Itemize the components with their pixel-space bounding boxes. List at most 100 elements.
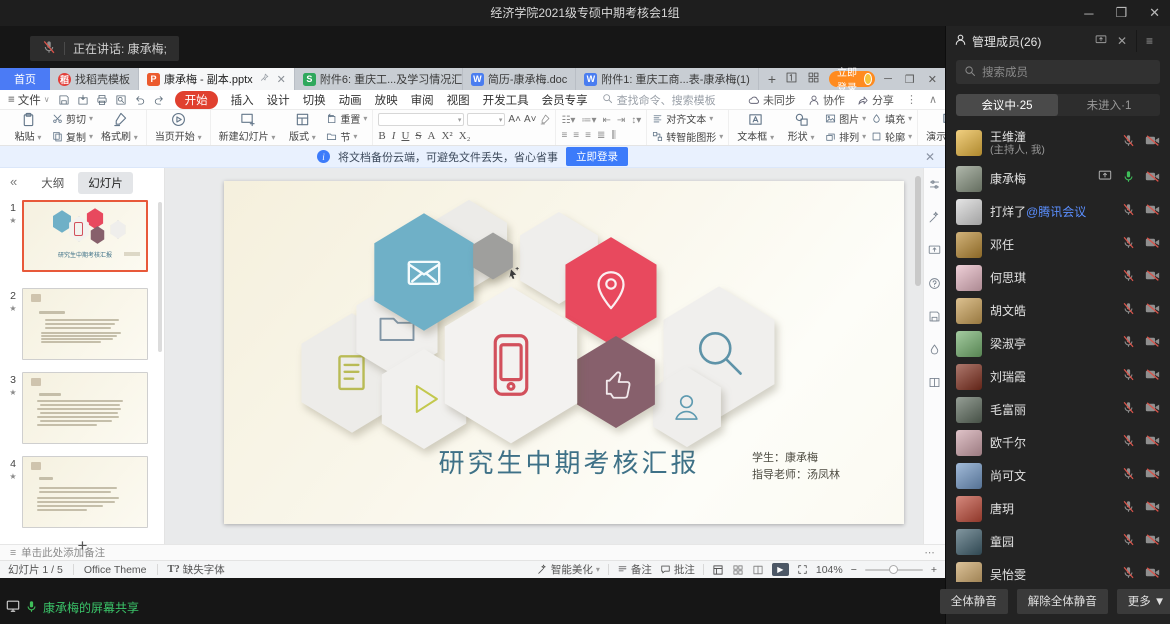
font-family-select[interactable]	[378, 113, 464, 126]
wps-tab-3[interactable]: P康承梅 - 副本.pptx✕	[139, 68, 295, 90]
member-row-欧千尔[interactable]: 欧千尔	[946, 426, 1170, 459]
notes-more-icon[interactable]: ⋯	[925, 547, 936, 559]
output-icon[interactable]	[77, 94, 89, 106]
mic-muted-icon[interactable]	[1122, 500, 1135, 518]
slide-page[interactable]: 研究生中期考核汇报 学生：康承梅 指导老师：汤凤林	[224, 181, 904, 524]
mic-muted-icon[interactable]	[1122, 134, 1135, 152]
wps-tab-4[interactable]: S附件6: 重庆工...及学习情况汇总	[295, 68, 463, 90]
theme-name[interactable]: Office Theme	[84, 564, 147, 576]
char-format-2[interactable]: U	[401, 130, 409, 142]
menu-item-视图[interactable]: 视图	[447, 92, 470, 108]
ribbon-轮廓-button[interactable]: 轮廓▾	[871, 129, 912, 144]
mic-muted-icon[interactable]	[1122, 302, 1135, 320]
print-icon[interactable]	[96, 94, 108, 106]
menu-item-插入[interactable]: 插入	[231, 92, 254, 108]
mic-muted-icon[interactable]	[1122, 467, 1135, 485]
mic-muted-icon[interactable]	[1122, 236, 1135, 254]
align-left-icon[interactable]: ≡	[561, 130, 567, 141]
slideshow-button[interactable]: ▶	[772, 563, 789, 576]
camera-off-icon[interactable]	[1145, 401, 1160, 419]
wps-minimize-icon[interactable]: ─	[884, 73, 892, 85]
line-spacing-icon[interactable]: ↕▾	[631, 115, 641, 126]
ribbon-版式-button[interactable]: 版式 ▾	[283, 111, 321, 144]
menu-right-协作[interactable]: 协作	[808, 92, 845, 108]
member-row-唐玥[interactable]: 唐玥	[946, 492, 1170, 525]
slide-thumbnail-3[interactable]	[22, 372, 148, 444]
view-sorter-icon[interactable]	[732, 564, 744, 576]
ribbon-转智能图形-button[interactable]: 转智能图形▾	[652, 129, 723, 144]
mic-muted-icon[interactable]	[1122, 401, 1135, 419]
member-row-童园[interactable]: 童园	[946, 525, 1170, 558]
camera-off-icon[interactable]	[1145, 434, 1160, 452]
notice-close-icon[interactable]: ✕	[925, 150, 935, 164]
mic-muted-icon[interactable]	[1122, 434, 1135, 452]
minimize-icon[interactable]: ─	[1084, 6, 1093, 21]
ribbon-形状-button[interactable]: 形状 ▾	[782, 111, 820, 144]
align-right-icon[interactable]: ≡	[585, 130, 591, 141]
panel-tab-未进入·1[interactable]: 未进入·1	[1058, 94, 1160, 116]
justify-icon[interactable]: ≣	[597, 130, 605, 141]
camera-off-icon[interactable]	[1145, 134, 1160, 152]
member-row-王维潼[interactable]: 王维潼(主持人, 我)	[946, 124, 1170, 162]
member-row-康承梅[interactable]: 康承梅	[946, 162, 1170, 195]
ribbon-剪切-button[interactable]: 剪切▾	[52, 111, 93, 126]
ribbon-新建幻灯片-button[interactable]: 新建幻灯片 ▾	[216, 111, 279, 144]
wps-close-icon[interactable]: ✕	[928, 73, 937, 86]
menu-item-设计[interactable]: 设计	[267, 92, 290, 108]
menu-item-审阅[interactable]: 审阅	[411, 92, 434, 108]
camera-off-icon[interactable]	[1145, 533, 1160, 551]
view-read-icon[interactable]	[752, 564, 764, 576]
mic-muted-icon[interactable]	[1122, 533, 1135, 551]
pop-out-icon[interactable]	[1095, 34, 1107, 49]
camera-off-icon[interactable]	[1145, 203, 1160, 221]
menu-item-开始[interactable]: 开始	[175, 91, 218, 109]
zoom-out-icon[interactable]: −	[851, 564, 857, 576]
close-icon[interactable]: ✕	[1149, 5, 1160, 21]
panel-menu-icon[interactable]: ≡	[1136, 30, 1162, 52]
char-format-4[interactable]: A	[428, 130, 436, 142]
ribbon-复制-button[interactable]: 复制▾	[52, 129, 93, 144]
member-row-胡文皓[interactable]: 胡文皓	[946, 294, 1170, 327]
increase-font-icon[interactable]: A˄	[508, 114, 521, 125]
pane-tab-幻灯片[interactable]: 幻灯片	[78, 172, 133, 194]
collapse-panel-icon[interactable]: «	[10, 174, 17, 189]
ribbon-排列-button[interactable]: 排列▾	[825, 129, 866, 144]
camera-off-icon[interactable]	[1145, 566, 1160, 583]
mic-muted-icon[interactable]	[1122, 269, 1135, 287]
ribbon-粘贴-button[interactable]: 粘贴 ▾	[9, 111, 47, 144]
wps-tab-1[interactable]: 首页	[0, 68, 50, 90]
wps-restore-icon[interactable]: ❒	[905, 73, 915, 86]
more-menu-icon[interactable]: ⋮	[906, 93, 917, 106]
view-normal-icon[interactable]	[712, 564, 724, 576]
login-button[interactable]: 立即登录	[829, 71, 875, 87]
char-format-1[interactable]: I	[392, 130, 396, 142]
mic-muted-icon[interactable]	[1122, 335, 1135, 353]
wps-tab-5[interactable]: W简历-康承梅.doc	[463, 68, 576, 90]
play-window-icon[interactable]	[928, 244, 941, 262]
member-row-刘瑞霞[interactable]: 刘瑞霞	[946, 360, 1170, 393]
member-search-input[interactable]: 搜索成员	[956, 60, 1160, 84]
backup-icon[interactable]	[928, 310, 941, 328]
camera-off-icon[interactable]	[1145, 368, 1160, 386]
comments-button[interactable]: 批注	[660, 562, 695, 577]
menu-right-分享[interactable]: 分享	[857, 92, 894, 108]
char-format-3[interactable]: S	[415, 130, 421, 142]
ribbon-节-button[interactable]: 节▾	[326, 129, 367, 144]
align-center-icon[interactable]: ≡	[573, 130, 579, 141]
stamp-icon[interactable]	[928, 343, 941, 361]
menu-item-放映[interactable]: 放映	[375, 92, 398, 108]
mic-muted-icon[interactable]	[1122, 566, 1135, 583]
mic-muted-icon[interactable]	[1122, 203, 1135, 221]
camera-off-icon[interactable]	[1145, 335, 1160, 353]
zoom-slider[interactable]	[865, 569, 923, 571]
indent-icon[interactable]: ⇥	[617, 115, 625, 126]
missing-font-indicator[interactable]: T? 缺失字体	[168, 562, 225, 577]
ribbon-填充-button[interactable]: 填充▾	[871, 111, 912, 126]
member-row-梁淑亭[interactable]: 梁淑亭	[946, 327, 1170, 360]
notes-button[interactable]: 备注	[617, 562, 652, 577]
collapse-ribbon-icon[interactable]: ∧	[929, 93, 937, 106]
menu-item-开发工具[interactable]: 开发工具	[483, 92, 529, 108]
undo-icon[interactable]	[134, 94, 146, 106]
camera-off-icon[interactable]	[1145, 302, 1160, 320]
member-row-毛富丽[interactable]: 毛富丽	[946, 393, 1170, 426]
